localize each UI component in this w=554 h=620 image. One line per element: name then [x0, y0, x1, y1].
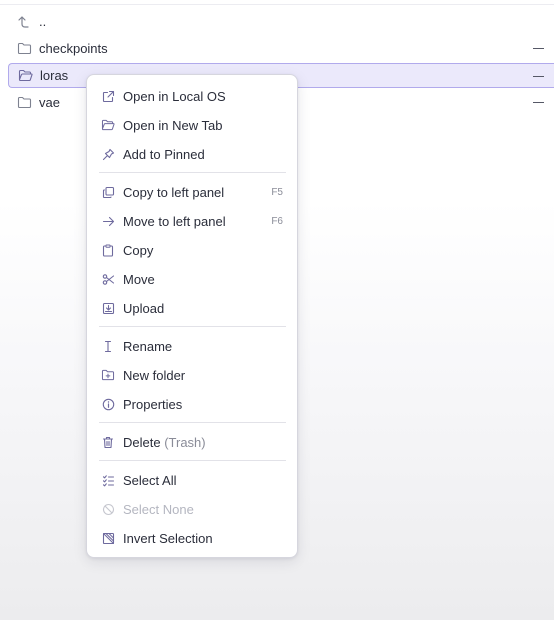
menu-item-copy[interactable]: Copy: [87, 236, 297, 265]
panel-top-border: [0, 4, 554, 5]
file-size-placeholder: [533, 102, 544, 103]
menu-item-rename[interactable]: Rename: [87, 332, 297, 361]
shortcut-hint: F6: [271, 216, 283, 227]
external-link-icon: [101, 89, 115, 103]
menu-item-label-suffix: (Trash): [164, 435, 206, 450]
file-name: vae: [39, 95, 60, 110]
folder-open-icon: [17, 68, 33, 84]
file-name: loras: [40, 68, 69, 83]
menu-item-properties[interactable]: Properties: [87, 390, 297, 419]
folder-icon: [16, 41, 32, 57]
shortcut-hint: F5: [271, 187, 283, 198]
pin-icon: [101, 147, 115, 161]
folder-plus-icon: [101, 368, 115, 382]
menu-separator: [99, 172, 286, 173]
ban-icon: [101, 502, 115, 516]
copy-panel-icon: [101, 185, 115, 199]
menu-item-move[interactable]: Move: [87, 265, 297, 294]
file-size-placeholder: [533, 48, 544, 49]
invert-selection-icon: [101, 531, 115, 545]
text-cursor-icon: [101, 339, 115, 353]
trash-icon: [101, 435, 115, 449]
menu-item-open-local-os[interactable]: Open in Local OS: [87, 82, 297, 111]
scissors-icon: [101, 272, 115, 286]
arrow-right-icon: [101, 214, 115, 228]
menu-item-copy-to-left-panel[interactable]: Copy to left panel F5: [87, 178, 297, 207]
menu-item-new-folder[interactable]: New folder: [87, 361, 297, 390]
menu-item-upload[interactable]: Upload: [87, 294, 297, 323]
menu-item-delete[interactable]: Delete (Trash): [87, 428, 297, 457]
menu-item-label: Delete: [123, 435, 161, 450]
menu-separator: [99, 326, 286, 327]
file-name: ..: [39, 14, 47, 29]
menu-item-move-to-left-panel[interactable]: Move to left panel F6: [87, 207, 297, 236]
list-check-icon: [101, 473, 115, 487]
file-name: checkpoints: [39, 41, 108, 56]
menu-separator: [99, 422, 286, 423]
menu-item-select-all[interactable]: Select All: [87, 466, 297, 495]
file-row-checkpoints[interactable]: checkpoints: [8, 36, 554, 61]
clipboard-icon: [101, 243, 115, 257]
menu-item-open-new-tab[interactable]: Open in New Tab: [87, 111, 297, 140]
menu-item-select-none[interactable]: Select None: [87, 495, 297, 524]
menu-item-invert-selection[interactable]: Invert Selection: [87, 524, 297, 553]
folder-icon: [16, 95, 32, 111]
info-icon: [101, 397, 115, 411]
file-size-placeholder: [533, 76, 544, 77]
folder-open-icon: [101, 118, 115, 132]
level-up-icon: [16, 14, 32, 30]
file-row-parent[interactable]: ..: [8, 9, 554, 34]
context-menu: Open in Local OS Open in New Tab Add to …: [86, 74, 298, 558]
menu-separator: [99, 460, 286, 461]
menu-item-add-to-pinned[interactable]: Add to Pinned: [87, 140, 297, 169]
upload-icon: [101, 301, 115, 315]
